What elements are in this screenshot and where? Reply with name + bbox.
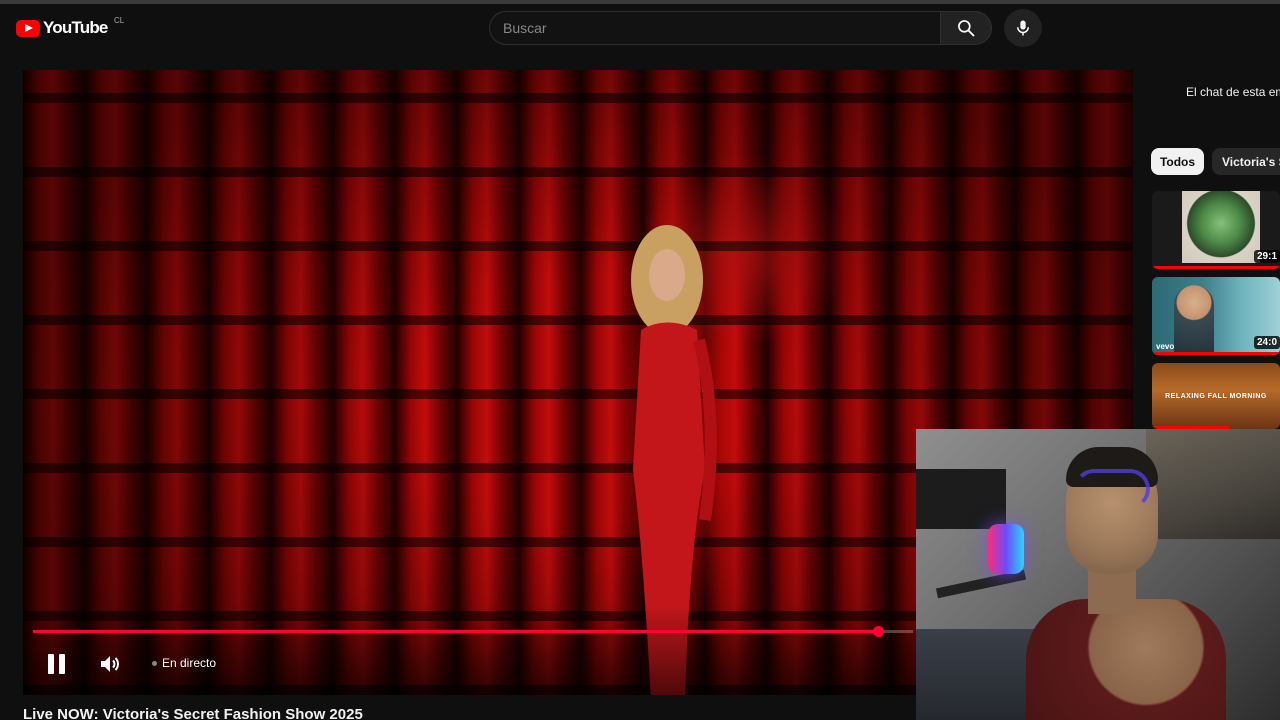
related-video-thumbnail[interactable]: 29:1 <box>1152 191 1280 269</box>
watched-progress <box>1152 352 1280 355</box>
youtube-logo-icon <box>16 19 40 37</box>
youtube-logo[interactable]: YouTube CL <box>16 16 124 38</box>
related-video-thumbnail[interactable]: vevo 24:0 <box>1152 277 1280 355</box>
thumbnail-person <box>1174 285 1214 355</box>
chip-victorias-secret[interactable]: Victoria's Se <box>1212 148 1280 175</box>
webcam-overlay <box>916 429 1280 720</box>
watched-progress <box>1152 266 1280 269</box>
progress-bar[interactable] <box>33 626 913 637</box>
search-input[interactable] <box>490 12 940 44</box>
pause-button[interactable] <box>44 652 68 676</box>
search-box <box>489 11 940 45</box>
progress-fill <box>33 630 878 633</box>
thumbnail-art <box>1182 191 1260 263</box>
microphone-icon <box>1017 20 1029 36</box>
volume-icon <box>101 656 119 672</box>
region-code: CL <box>114 16 125 25</box>
webcam-face-paint <box>1074 469 1150 509</box>
live-label: En directo <box>162 656 217 670</box>
webcam-mic-arm <box>935 569 1027 599</box>
webcam-wall-poster <box>1146 429 1280 539</box>
related-video-thumbnail[interactable]: RELAXING FALL MORNING <box>1152 363 1280 429</box>
live-dot <box>152 660 157 666</box>
search-icon <box>958 20 975 37</box>
video-duration: 24:0 <box>1253 336 1280 349</box>
progress-scrubber[interactable] <box>872 626 884 637</box>
webcam-microphone <box>988 524 1024 574</box>
video-duration: 29:1 <box>1253 250 1280 263</box>
chat-notice: El chat de esta em <box>1186 85 1280 99</box>
chip-all[interactable]: Todos <box>1151 148 1204 175</box>
pause-icon-bar <box>58 654 65 674</box>
vevo-badge: vevo <box>1156 342 1175 351</box>
logo-text: YouTube <box>43 18 108 37</box>
thumbnail-text: RELAXING FALL MORNING <box>1165 393 1267 400</box>
top-header: YouTube CL <box>0 4 1280 56</box>
voice-search-button[interactable] <box>1004 9 1042 47</box>
webcam-shelf <box>916 469 1006 529</box>
volume-button[interactable] <box>98 652 122 676</box>
live-indicator[interactable]: En directo <box>152 656 216 670</box>
webcam-person-body <box>1026 599 1226 720</box>
pause-icon <box>47 654 54 674</box>
video-title: Live NOW: Victoria's Secret Fashion Show… <box>23 706 363 720</box>
search-button[interactable] <box>940 11 992 45</box>
